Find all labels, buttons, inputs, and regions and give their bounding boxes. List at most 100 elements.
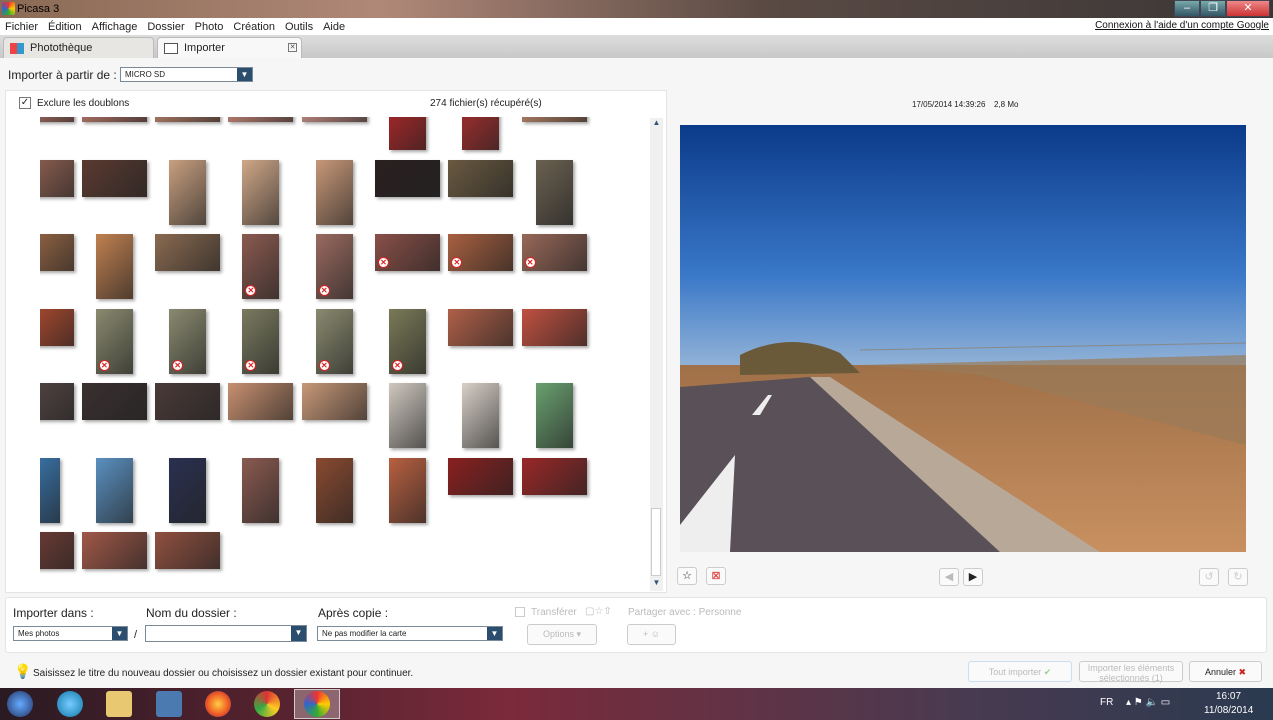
menu-photo[interactable]: Photo <box>190 21 229 33</box>
cancel-button[interactable]: Annuler ✖ <box>1189 661 1262 682</box>
photo-thumbnail[interactable]: ✕ <box>375 234 440 271</box>
scroll-up-icon[interactable]: ▲ <box>650 118 663 131</box>
thumbnail-scrollbar[interactable]: ▲ ▼ <box>650 118 663 591</box>
menu-edition[interactable]: Édition <box>43 21 87 33</box>
photo-thumbnail[interactable] <box>81 117 147 122</box>
photo-thumbnail[interactable] <box>301 117 367 122</box>
exclude-duplicates-checkbox[interactable]: ✓ <box>19 97 31 109</box>
photo-thumbnail[interactable] <box>228 117 294 122</box>
scroll-down-icon[interactable]: ▼ <box>650 578 663 591</box>
language-indicator[interactable]: FR <box>1100 697 1113 708</box>
import-selected-button[interactable]: Importer les éléments sélectionnés (1) <box>1079 661 1183 683</box>
rotate-left-icon[interactable]: ↺ <box>1199 568 1219 586</box>
taskbar-picasa[interactable] <box>294 689 340 719</box>
previous-photo-button[interactable]: ◀ <box>939 568 959 586</box>
photo-thumbnail[interactable] <box>521 117 587 122</box>
photo-thumbnail[interactable] <box>462 383 500 448</box>
photo-thumbnail[interactable] <box>389 383 426 448</box>
photo-thumbnail[interactable] <box>155 383 221 420</box>
star-icon[interactable]: ☆ <box>677 567 697 585</box>
photo-thumbnail[interactable] <box>228 383 294 420</box>
photo-thumbnail[interactable] <box>155 532 221 569</box>
photo-thumbnail[interactable] <box>40 234 74 271</box>
tray-icons[interactable]: ▴ ⚑ 🔈 ▭ <box>1126 697 1170 708</box>
clock-time[interactable]: 16:07 <box>1216 691 1241 702</box>
photo-thumbnail[interactable] <box>315 457 353 523</box>
minimize-button[interactable]: – <box>1174 0 1200 17</box>
clock-date[interactable]: 11/08/2014 <box>1204 705 1253 716</box>
photo-thumbnail[interactable] <box>40 457 60 523</box>
menu-fichier[interactable]: Fichier <box>0 21 43 33</box>
menu-affichage[interactable]: Affichage <box>87 21 143 33</box>
folder-name-input[interactable]: ▼ <box>145 625 307 642</box>
photo-thumbnail[interactable] <box>81 383 147 420</box>
menu-aide[interactable]: Aide <box>318 21 350 33</box>
photo-thumbnail[interactable] <box>40 159 74 197</box>
photo-thumbnail[interactable] <box>521 457 587 495</box>
photo-thumbnail[interactable]: ✕ <box>242 234 280 299</box>
options-button[interactable]: Options ▾ <box>527 624 597 645</box>
close-tab-icon[interactable]: ✕ <box>288 43 297 52</box>
after-copy-select[interactable]: Ne pas modifier la carte ▼ <box>317 626 503 641</box>
exclude-photo-icon[interactable]: ⊠ <box>706 567 726 585</box>
photo-thumbnail[interactable] <box>169 159 207 225</box>
file-explorer-icon[interactable] <box>106 691 132 717</box>
photo-thumbnail[interactable] <box>155 117 221 122</box>
photo-thumbnail[interactable] <box>535 159 573 225</box>
add-people-button[interactable]: + ☺ <box>627 624 676 645</box>
photo-thumbnail[interactable] <box>155 234 221 271</box>
photo-thumbnail[interactable] <box>95 234 133 299</box>
photo-thumbnail[interactable]: ✕ <box>242 308 280 374</box>
import-all-button[interactable]: Tout importer ✔ <box>968 661 1072 682</box>
start-button[interactable] <box>7 691 33 717</box>
photo-thumbnail[interactable] <box>81 159 147 197</box>
tab-importer[interactable]: Importer ✕ <box>157 37 302 58</box>
photo-thumbnail[interactable]: ✕ <box>448 234 514 271</box>
media-player-icon[interactable] <box>156 691 182 717</box>
next-photo-button[interactable]: ▶ <box>963 568 983 586</box>
photo-thumbnail[interactable]: ✕ <box>315 234 353 299</box>
google-signin-link[interactable]: Connexion à l'aide d'un compte Google <box>1095 20 1269 31</box>
photo-thumbnail[interactable] <box>521 308 587 346</box>
photo-thumbnail[interactable]: ✕ <box>315 308 353 374</box>
photo-thumbnail[interactable] <box>242 159 280 225</box>
photo-thumbnail[interactable] <box>462 117 500 150</box>
photo-thumbnail[interactable] <box>81 532 147 569</box>
chrome-icon[interactable] <box>254 691 280 717</box>
firefox-icon[interactable] <box>205 691 231 717</box>
photo-thumbnail[interactable] <box>40 383 74 420</box>
photo-thumbnail[interactable] <box>448 308 514 346</box>
photo-thumbnail[interactable] <box>169 457 207 523</box>
rotate-right-icon[interactable]: ↻ <box>1228 568 1248 586</box>
photo-thumbnail[interactable] <box>448 159 514 197</box>
folder-name-label: Nom du dossier : <box>146 606 237 620</box>
tab-phototheque[interactable]: Photothèque <box>3 37 154 58</box>
close-button[interactable]: ✕ <box>1226 0 1270 17</box>
share-with-label: Partager avec : Personne <box>628 607 742 618</box>
photo-thumbnail[interactable] <box>535 383 573 448</box>
internet-explorer-icon[interactable] <box>57 691 83 717</box>
transfer-checkbox[interactable] <box>515 607 525 617</box>
photo-thumbnail[interactable]: ✕ <box>389 308 426 374</box>
photo-thumbnail[interactable] <box>389 117 426 150</box>
import-source-select[interactable]: MICRO SD ▼ <box>120 67 253 82</box>
menu-dossier[interactable]: Dossier <box>142 21 189 33</box>
photo-thumbnail[interactable] <box>301 383 367 420</box>
photo-thumbnail[interactable]: ✕ <box>169 308 207 374</box>
photo-thumbnail[interactable]: ✕ <box>521 234 587 271</box>
maximize-button[interactable]: ❐ <box>1200 0 1226 17</box>
photo-thumbnail[interactable] <box>95 457 133 523</box>
photo-thumbnail[interactable] <box>40 532 74 569</box>
scroll-thumb[interactable] <box>651 508 661 576</box>
photo-thumbnail[interactable] <box>375 159 440 197</box>
photo-thumbnail[interactable] <box>40 117 74 122</box>
menu-creation[interactable]: Création <box>228 21 280 33</box>
menu-outils[interactable]: Outils <box>280 21 318 33</box>
photo-thumbnail[interactable] <box>242 457 280 523</box>
photo-thumbnail[interactable] <box>448 457 514 495</box>
photo-thumbnail[interactable]: ✕ <box>95 308 133 374</box>
import-into-select[interactable]: Mes photos ▼ <box>13 626 128 641</box>
photo-thumbnail[interactable]: ✕ <box>40 308 74 346</box>
photo-thumbnail[interactable] <box>389 457 426 523</box>
photo-thumbnail[interactable] <box>315 159 353 225</box>
